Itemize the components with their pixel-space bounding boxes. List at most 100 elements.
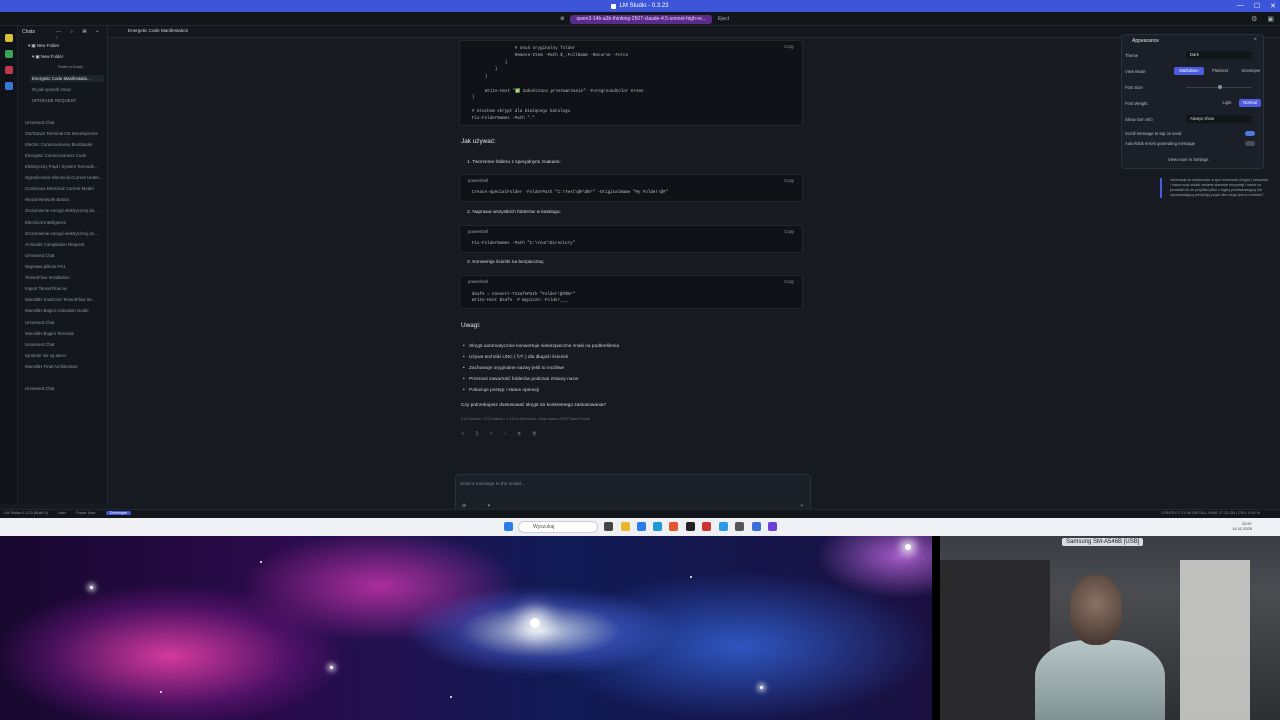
chat-item[interactable]: Electric Consciousness Bootloader — [25, 142, 93, 147]
model-selector[interactable]: qwen3-14b-a3b-thinking-2507-claude-4.5-s… — [570, 14, 713, 24]
chat-item-active[interactable]: Energetic Code Manifestatio... — [30, 75, 104, 82]
chat-item[interactable]: Elektryczny Prąd i System Termodn... — [25, 164, 98, 169]
note-item: Przenosi zawartość folderów podczas zmia… — [463, 377, 578, 382]
code-line: Write-Host "✅ Zakończono przetwarzanie" … — [485, 90, 644, 94]
view-mode-plaintext[interactable]: Plaintext — [1205, 67, 1235, 75]
app-icon[interactable] — [735, 522, 744, 531]
screen: LM Studio - 0.3.23 — ☐ ✕ ⚙ qwen3-14b-a3b… — [0, 0, 1280, 720]
lmstudio-logo-icon — [611, 3, 617, 9]
chat-item[interactable]: MonolitH Bugini Terminal — [25, 331, 73, 336]
chat-item[interactable]: W jaki sposób zmaz — [32, 87, 71, 92]
person-head — [1070, 575, 1122, 645]
chat-item[interactable]: Zrozumienie energii elektrycznej do ... — [25, 231, 99, 236]
settings-link[interactable]: View more in Settings — [1168, 157, 1208, 162]
chat-item[interactable]: symbole nie są akcer — [25, 353, 66, 358]
chat-item[interactable]: UPGRADE REQUEST — [32, 98, 76, 103]
view-mode-developer[interactable]: Developer — [1236, 67, 1266, 75]
chat-item[interactable]: Unnamed Chat — [25, 320, 55, 325]
brave-icon[interactable] — [669, 522, 678, 531]
code-line: Remove-Item -Path $_.FullName -Recurse -… — [515, 54, 629, 58]
font-size-thumb[interactable] — [1218, 85, 1222, 89]
file-explorer-icon[interactable] — [621, 522, 630, 531]
edge-icon[interactable] — [653, 522, 662, 531]
show-gen-select[interactable]: Always show — [1186, 115, 1252, 123]
message-input[interactable]: Send a message to the model... — [460, 481, 525, 486]
autofold-toggle[interactable] — [1245, 141, 1255, 146]
eject-button[interactable]: Eject — [718, 16, 729, 22]
minimize-button[interactable]: — — [1237, 2, 1244, 10]
maximize-button[interactable]: ☐ — [1254, 2, 1260, 10]
mode-developer[interactable]: Developer — [105, 511, 132, 515]
chat-item[interactable]: Unnamed Chat — [25, 342, 55, 347]
close-icon[interactable]: × — [1253, 37, 1257, 43]
settings-gear-icon[interactable]: ⚙ — [1251, 15, 1257, 23]
folder-new-folder[interactable]: ▾ ▣ New Folder — [28, 43, 59, 49]
galaxy-wallpaper — [0, 536, 932, 720]
sidebar-toolbar-icons[interactable]: — ⌕ ▤ + ‹ — [56, 29, 107, 41]
chat-item[interactable]: Conscious Electrical Current Model — [25, 186, 94, 191]
webcam-background — [1180, 560, 1250, 720]
developer-icon[interactable] — [5, 50, 13, 58]
chat-item[interactable]: MonolitH Bugini Activation Guide — [25, 308, 89, 313]
mode-user[interactable]: User — [58, 511, 66, 515]
webcam-background — [940, 560, 1050, 720]
resource-usage: CONTEXT: 21.98 GB FULL RAM: 27.23 GB | C… — [1161, 511, 1260, 515]
copy-button[interactable]: Copy — [784, 229, 794, 234]
terminal-icon[interactable] — [686, 522, 695, 531]
heading-usage: Jak używać: — [461, 138, 496, 145]
panel-toggle-icon[interactable]: ▣ — [1267, 15, 1274, 23]
chat-item[interactable]: TensorFlow Installation — [25, 275, 70, 280]
scroll-label: Scroll message to top on send — [1125, 131, 1182, 136]
taskbar-search[interactable]: Wyszukaj — [518, 521, 598, 533]
store-icon[interactable] — [637, 522, 646, 531]
chat-item[interactable]: Naprawa plików PS1 — [25, 264, 66, 269]
theme-select[interactable]: Dark — [1186, 51, 1252, 59]
chat-item[interactable]: MonolitH Final Architecture — [25, 364, 77, 369]
chat-item[interactable]: Unnamed Chat — [25, 386, 55, 391]
lmstudio-taskbar-icon[interactable] — [768, 522, 777, 531]
vscode-icon[interactable] — [752, 522, 761, 531]
taskbar-clock[interactable]: 22:57 14.11.2025 — [1232, 521, 1252, 531]
chat-item[interactable]: Unnamed Chat — [25, 253, 55, 258]
chat-item[interactable]: Zrozumienie energii elektrycznej do... — [25, 208, 98, 213]
copy-button[interactable]: Copy — [784, 44, 794, 49]
discover-icon[interactable] — [5, 82, 13, 90]
autofold-label: Auto-folds errors generating message — [1125, 141, 1196, 146]
chat-item[interactable]: AI Model Compilation Request — [25, 242, 84, 247]
note-item: Zachowuje oryginalne nazwy jeśli to możl… — [463, 366, 564, 371]
close-window-button[interactable]: ✕ — [1270, 2, 1276, 10]
app-icon[interactable] — [702, 522, 711, 531]
chat-item[interactable]: Ograniczenie Electrical Current Under... — [25, 175, 102, 180]
copy-button[interactable]: Copy — [784, 279, 794, 284]
mode-power-user[interactable]: Power User — [76, 511, 96, 515]
model-settings-icon[interactable]: ⚙ — [560, 16, 564, 22]
chat-icon[interactable] — [5, 34, 13, 42]
view-mode-markdown[interactable]: Markdown — [1174, 67, 1204, 75]
chat-item[interactable]: MonolitH SoulCore TensorFlow Int... — [25, 297, 95, 302]
appearance-panel: Appearance × Theme Dark View Mode Markdo… — [1121, 34, 1264, 169]
app-icon[interactable] — [719, 522, 728, 531]
camera-label: Samsung SM-A546B [USB] — [1062, 538, 1144, 546]
scroll-toggle[interactable] — [1245, 131, 1255, 136]
chat-item[interactable]: OS/Gatuzi Terminal OS Development — [25, 131, 98, 136]
code-line: Fix-FolderNames -Path "C:\Your\Directory… — [472, 242, 576, 246]
windows-taskbar: Wyszukaj 22:57 14.11.2025 — [0, 518, 1280, 536]
message-composer[interactable]: Send a message to the model... ⊕ ▾ ➤ — [455, 474, 811, 514]
chat-item[interactable]: Energetic Consciousness Code — [25, 153, 86, 158]
chat-item[interactable]: Neural Network Basics — [25, 197, 69, 202]
font-weight-normal[interactable]: Normal — [1239, 99, 1261, 107]
message-actions[interactable]: ⟲ ⎘ ✎ ⑂ ⧉ 🗑 — [461, 431, 542, 436]
font-weight-light[interactable]: Light — [1216, 99, 1238, 107]
models-folder-icon[interactable] — [5, 66, 13, 74]
tab-chat[interactable]: Energetic Code Manifestation — [128, 28, 188, 33]
code-line: } — [495, 68, 498, 72]
start-windows-icon[interactable] — [504, 522, 513, 531]
subfolder-new-folder[interactable]: ▾ ▣ New Folder — [32, 54, 63, 60]
task-view-icon[interactable] — [604, 522, 613, 531]
note-item: Używa techniki UNC ( \\?\ ) dla długich … — [463, 355, 568, 360]
chat-item[interactable]: Import TensorFlow as — [25, 286, 67, 291]
copy-button[interactable]: Copy — [784, 178, 794, 183]
chat-item[interactable]: Electrical Intelligence — [25, 220, 66, 225]
chat-item[interactable]: Unnamed Chat — [25, 120, 55, 125]
generation-stats: 3.22 tok/sec • 2773 tokens • 1.43s to fi… — [461, 417, 590, 421]
